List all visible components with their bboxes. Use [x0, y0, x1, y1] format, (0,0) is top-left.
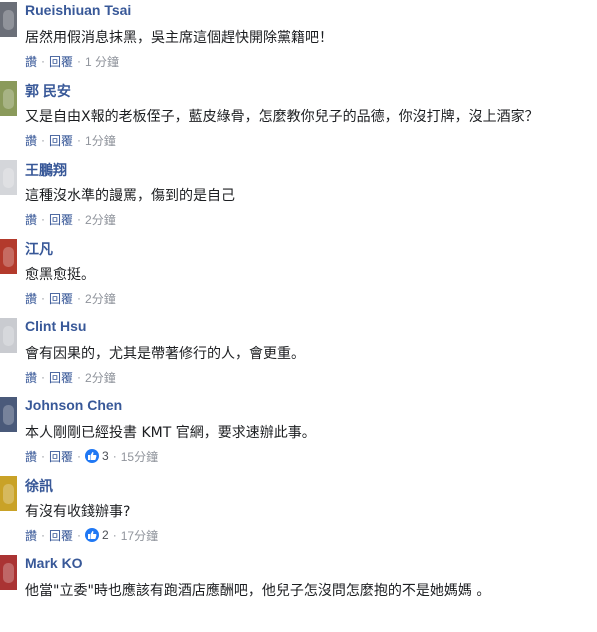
comment-timestamp[interactable]: 2分鐘: [85, 290, 116, 307]
separator-dot: ·: [41, 370, 46, 384]
separator-dot: ·: [77, 370, 82, 384]
avatar[interactable]: [0, 476, 17, 511]
separator-dot: ·: [77, 291, 82, 305]
comment-text: 又是自由X報的老板侄子，藍皮綠骨，怎麼教你兒子的品德，你沒打牌，沒上酒家？: [25, 109, 539, 125]
like-link[interactable]: 讚: [25, 132, 37, 149]
comment-actions: 讚 · 回覆 · 2分鐘: [25, 369, 116, 385]
reply-link[interactable]: 回覆: [49, 53, 73, 70]
comment-actions: 讚 · 回覆 · 2分鐘: [25, 290, 116, 306]
comment-item: 王鵬翔 這種沒水準的謾罵，傷到的是自己讚 · 回覆 · 2分鐘: [0, 158, 597, 237]
commenter-name[interactable]: 郭 民安: [25, 81, 71, 101]
comment-item: 徐訊 有沒有收錢辦事? 讚 · 回覆 · 2 · 17分鐘: [0, 474, 597, 553]
like-link[interactable]: 讚: [25, 290, 37, 307]
separator-dot: ·: [112, 449, 117, 463]
comment-timestamp[interactable]: 15分鐘: [121, 448, 158, 465]
comment-text: 居然用假消息抹黑，吳主席這個趕快開除黨籍吧！: [25, 30, 333, 46]
reply-link[interactable]: 回覆: [49, 290, 73, 307]
comment-text: 會有因果的，尤其是帶著修行的人，會更重。: [25, 346, 305, 362]
separator-dot: ·: [41, 291, 46, 305]
separator-dot: ·: [112, 528, 117, 542]
comment-item: Mark KO 他當"立委"時也應該有跑酒店應酬吧，他兒子怎沒問怎麼抱的不是她媽媽…: [0, 553, 597, 632]
commenter-name[interactable]: Rueishiuan Tsai: [25, 2, 131, 18]
comment-timestamp[interactable]: 2分鐘: [85, 369, 116, 386]
reaction-number: 2: [102, 528, 109, 542]
avatar[interactable]: [0, 239, 17, 274]
separator-dot: ·: [41, 528, 46, 542]
reply-link[interactable]: 回覆: [49, 132, 73, 149]
comment-actions: 讚 · 回覆 · 1分鐘: [25, 132, 116, 148]
reply-link[interactable]: 回覆: [49, 369, 73, 386]
commenter-name[interactable]: Johnson Chen: [25, 397, 122, 413]
separator-dot: ·: [77, 528, 82, 542]
avatar[interactable]: [0, 555, 17, 590]
reaction-number: 3: [102, 449, 109, 463]
comment-text: 有沒有收錢辦事?: [25, 504, 131, 520]
comment-item: 郭 民安又是自由X報的老板侄子，藍皮綠骨，怎麼教你兒子的品德，你沒打牌，沒上酒家…: [0, 79, 597, 158]
thumbs-up-icon: [85, 449, 100, 463]
separator-dot: ·: [77, 54, 82, 68]
like-link[interactable]: 讚: [25, 527, 37, 544]
reply-link[interactable]: 回覆: [49, 448, 73, 465]
separator-dot: ·: [41, 133, 46, 147]
separator-dot: ·: [77, 212, 82, 226]
comment-timestamp[interactable]: 1分鐘: [85, 132, 116, 149]
comment-text: 這種沒水準的謾罵，傷到的是自己: [25, 188, 235, 204]
comment-item: Rueishiuan Tsai 居然用假消息抹黑，吳主席這個趕快開除黨籍吧！讚 · 回…: [0, 0, 597, 79]
reaction-count[interactable]: 3: [85, 449, 109, 463]
commenter-name[interactable]: 王鵬翔: [25, 160, 67, 180]
reaction-count[interactable]: 2: [85, 528, 109, 542]
comment-timestamp[interactable]: 1 分鐘: [85, 53, 119, 70]
comment-text: 本人剛剛已經投書 KMT 官網，要求速辦此事。: [25, 425, 316, 441]
commenter-name[interactable]: Clint Hsu: [25, 318, 86, 334]
comment-item: 江凡 愈黑愈挺。讚 · 回覆 · 2分鐘: [0, 237, 597, 316]
thumbs-up-icon: [85, 528, 100, 542]
comment-actions: 讚 · 回覆 · 2分鐘: [25, 211, 116, 227]
comment-text: 他當"立委"時也應該有跑酒店應酬吧，他兒子怎沒問怎麼抱的不是她媽媽 。: [25, 583, 491, 599]
commenter-name[interactable]: 江凡: [25, 239, 53, 259]
like-link[interactable]: 讚: [25, 211, 37, 228]
separator-dot: ·: [77, 449, 82, 463]
comment-item: Clint Hsu 會有因果的，尤其是帶著修行的人，會更重。讚 · 回覆 · 2分鐘: [0, 316, 597, 395]
separator-dot: ·: [77, 133, 82, 147]
comment-text: 愈黑愈挺。: [25, 267, 95, 283]
comment-timestamp[interactable]: 17分鐘: [121, 527, 158, 544]
reply-link[interactable]: 回覆: [49, 211, 73, 228]
avatar[interactable]: [0, 318, 17, 353]
separator-dot: ·: [41, 449, 46, 463]
avatar[interactable]: [0, 160, 17, 195]
separator-dot: ·: [41, 212, 46, 226]
comment-actions: 讚 · 回覆 · 3 · 15分鐘: [25, 448, 158, 464]
avatar[interactable]: [0, 397, 17, 432]
comment-item: Johnson Chen 本人剛剛已經投書 KMT 官網，要求速辦此事。讚 · 回覆 ·…: [0, 395, 597, 474]
commenter-name[interactable]: 徐訊: [25, 476, 53, 496]
like-link[interactable]: 讚: [25, 448, 37, 465]
avatar[interactable]: [0, 2, 17, 37]
reply-link[interactable]: 回覆: [49, 527, 73, 544]
commenter-name[interactable]: Mark KO: [25, 555, 83, 571]
separator-dot: ·: [41, 54, 46, 68]
like-link[interactable]: 讚: [25, 53, 37, 70]
like-link[interactable]: 讚: [25, 369, 37, 386]
avatar[interactable]: [0, 81, 17, 116]
comment-timestamp[interactable]: 2分鐘: [85, 211, 116, 228]
comment-actions: 讚 · 回覆 · 1 分鐘: [25, 53, 119, 69]
comment-actions: 讚 · 回覆 · 2 · 17分鐘: [25, 527, 158, 543]
